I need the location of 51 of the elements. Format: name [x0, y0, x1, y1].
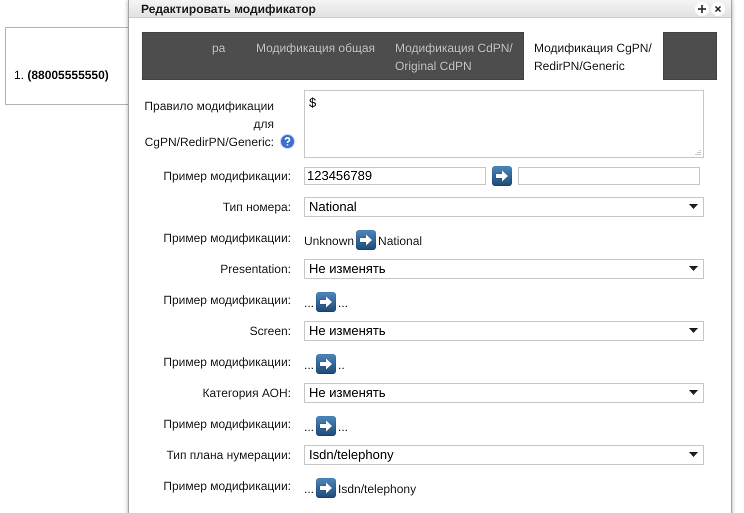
example-to: Isdn/telephony: [338, 480, 416, 498]
example-to: ...: [338, 418, 348, 436]
arrow-button-icon[interactable]: [316, 354, 336, 374]
arrow-button-icon[interactable]: [356, 230, 376, 250]
field-label: Пример модификации:: [163, 230, 291, 246]
resize-grip-icon: [695, 149, 701, 155]
field-label: Тип номера:: [222, 198, 291, 216]
help-icon[interactable]: [280, 134, 295, 149]
field-label: Пример модификации:: [163, 168, 291, 184]
close-icon[interactable]: [711, 2, 725, 16]
example-from: ...: [304, 356, 314, 374]
dropdown[interactable]: Не изменять: [304, 258, 704, 278]
example-from: Unknown: [304, 232, 354, 250]
dropdown[interactable]: National: [304, 196, 704, 216]
field-label: Категория АОН:: [202, 384, 291, 402]
result-field[interactable]: [518, 166, 700, 184]
field-label: Presentation:: [220, 260, 291, 278]
example-to: National: [378, 232, 422, 250]
example-to: ..: [338, 356, 345, 374]
example-input[interactable]: 123456789: [304, 166, 486, 184]
example-from: ...: [304, 294, 314, 312]
field-label: Пример модификации:: [163, 416, 291, 432]
caret-icon: [689, 452, 698, 457]
tab[interactable]: Модификация CgPN/ RedirPN/Generic: [524, 32, 663, 80]
arrow-button-icon[interactable]: [316, 292, 336, 312]
caret-icon: [689, 204, 698, 209]
field-label: Пример модификации:: [163, 354, 291, 370]
field-label: Тип плана нумерации:: [166, 446, 291, 464]
field-label: Правило модификации для CgPN/RedirPN/Generic:: [143, 98, 274, 151]
dropdown[interactable]: Не изменять: [304, 382, 704, 402]
example-from: ...: [304, 480, 314, 498]
tab[interactable]: ра: [202, 32, 246, 80]
arrow-button-icon[interactable]: [316, 416, 336, 436]
caret-icon: [689, 266, 698, 271]
field-label: Пример модификации:: [163, 478, 291, 494]
field-label: Пример модификации:: [163, 292, 291, 308]
rule-textarea[interactable]: $: [304, 90, 704, 158]
example-from: ...: [304, 418, 314, 436]
arrow-button-icon[interactable]: [316, 478, 336, 498]
dropdown[interactable]: Isdn/telephony: [304, 444, 704, 464]
caret-icon: [689, 328, 698, 333]
list-item: 1. (88005555550): [14, 67, 110, 84]
caret-icon: [689, 390, 698, 395]
field-label: Screen:: [250, 322, 291, 340]
dialog-title: Редактировать модификатор: [141, 0, 316, 18]
example-to: ...: [338, 294, 348, 312]
arrow-button-icon[interactable]: [492, 166, 512, 186]
tab[interactable]: Модификация общая: [246, 32, 385, 80]
dropdown[interactable]: Не изменять: [304, 320, 704, 340]
tab[interactable]: Модификация CdPN/ Original CdPN: [385, 32, 524, 80]
plus-icon[interactable]: [695, 2, 709, 16]
